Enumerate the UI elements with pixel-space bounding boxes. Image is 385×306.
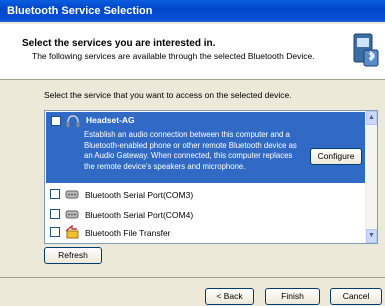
wizard-header: Select the services you are interested i… bbox=[0, 24, 385, 80]
service-name: Bluetooth File Transfer bbox=[85, 228, 171, 238]
list-item[interactable]: Bluetooth Serial Port(COM4) bbox=[47, 205, 367, 225]
instructions-text: Select the service that you want to acce… bbox=[44, 90, 292, 100]
service-name: Bluetooth Serial Port(COM4) bbox=[85, 210, 194, 220]
services-list[interactable]: Headset-AG Establish an audio connection… bbox=[44, 110, 378, 244]
window-title: Bluetooth Service Selection bbox=[7, 5, 153, 17]
list-item-selected[interactable]: Headset-AG Establish an audio connection… bbox=[46, 112, 367, 183]
file-transfer-icon bbox=[65, 225, 79, 239]
service-description: Establish an audio connection between th… bbox=[84, 130, 297, 171]
serial-port-icon bbox=[65, 210, 79, 219]
service-checkbox[interactable] bbox=[50, 227, 60, 237]
service-checkbox[interactable] bbox=[50, 189, 60, 199]
service-name: Bluetooth Serial Port(COM3) bbox=[85, 190, 194, 200]
serial-port-icon bbox=[65, 190, 79, 199]
headset-icon bbox=[66, 115, 80, 127]
wizard-footer bbox=[0, 277, 385, 306]
list-item[interactable]: Bluetooth Serial Port(COM3) bbox=[47, 185, 367, 205]
scroll-down-button[interactable]: ▼ bbox=[366, 229, 377, 243]
finish-button[interactable]: Finish bbox=[265, 288, 320, 305]
service-name: Headset-AG bbox=[86, 115, 135, 125]
header-title: Select the services you are interested i… bbox=[22, 38, 216, 49]
configure-button[interactable]: Configure bbox=[310, 148, 362, 165]
list-item[interactable]: Bluetooth File Transfer bbox=[47, 223, 367, 243]
title-bar: Bluetooth Service Selection bbox=[0, 0, 385, 22]
refresh-button[interactable]: Refresh bbox=[44, 247, 102, 264]
header-subtitle: The following services are available thr… bbox=[32, 51, 315, 61]
bluetooth-wizard-icon bbox=[353, 33, 379, 67]
service-checkbox[interactable] bbox=[50, 209, 60, 219]
back-button[interactable]: < Back bbox=[205, 288, 254, 305]
vertical-scrollbar[interactable]: ▲ ▼ bbox=[365, 111, 377, 243]
service-checkbox[interactable] bbox=[51, 116, 61, 126]
scroll-up-button[interactable]: ▲ bbox=[366, 111, 377, 125]
cancel-button[interactable]: Cancel bbox=[330, 288, 382, 305]
